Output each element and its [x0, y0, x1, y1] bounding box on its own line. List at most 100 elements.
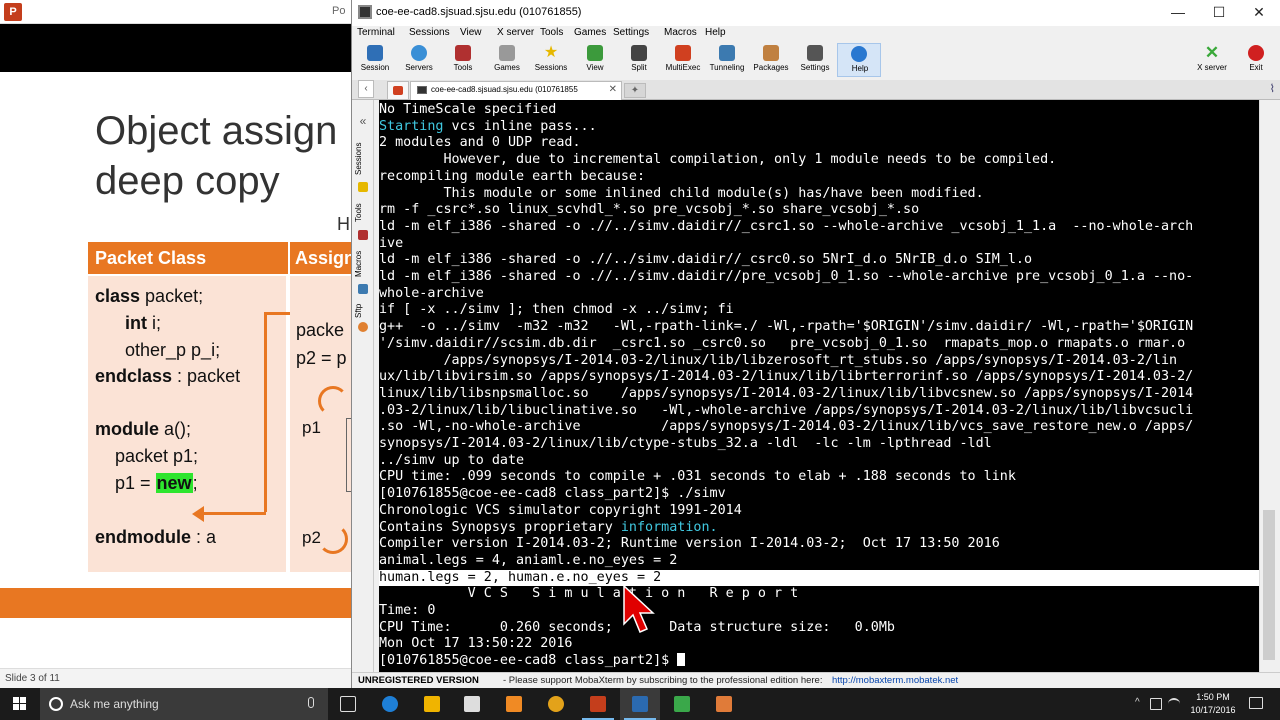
- powerpoint-logo-icon[interactable]: P: [4, 3, 22, 21]
- wifi-icon[interactable]: [1168, 698, 1180, 710]
- maximize-button[interactable]: ☐: [1199, 0, 1239, 24]
- terminal-line: Chronologic VCS simulator copyright 1991…: [379, 502, 742, 518]
- side-panel-strip: « Sessions Tools Macros Sftp: [352, 100, 374, 672]
- minimize-button[interactable]: —: [1158, 0, 1198, 24]
- terminal-line: recompiling module earth because:: [379, 168, 646, 184]
- taskbar-task-view[interactable]: [328, 688, 368, 720]
- settings-icon: [807, 45, 823, 61]
- unregistered-label: UNREGISTERED VERSION: [358, 675, 479, 686]
- menu-sessions[interactable]: Sessions: [409, 27, 450, 38]
- terminal-line: ../simv up to date: [379, 452, 525, 468]
- toolbar: Session Servers Tools Games ★ Sessions Vi…: [352, 42, 1280, 78]
- scroll-left-tab-button[interactable]: ‹: [358, 80, 374, 98]
- taskbar-file-explorer[interactable]: [412, 688, 452, 720]
- taskbar-orange-app[interactable]: [494, 688, 534, 720]
- menu-view[interactable]: View: [460, 27, 482, 38]
- tab-session-label: coe-ee-cad8.sjsuad.sjsu.edu (010761855: [431, 85, 578, 94]
- code-line: endclass : packet: [95, 366, 241, 386]
- multiexec-icon: [675, 45, 691, 61]
- terminal-line: ive: [379, 235, 404, 251]
- scrollbar-thumb[interactable]: [1263, 510, 1275, 660]
- terminal-line: animal.legs = 4, aniaml.e.no_eyes = 2: [379, 552, 678, 568]
- diagram-curve: [318, 386, 348, 416]
- code-line: other_p p_i;: [125, 340, 221, 360]
- terminal-line: rm -f _csrc*.so linux_scvhdl_*.so pre_vc…: [379, 202, 920, 218]
- terminal-line: /apps/synopsys/I-2014.03-2/linux/lib/lib…: [379, 352, 1178, 368]
- slide-subtitle: H: [337, 214, 350, 234]
- terminal-line: ld -m elf_i386 -shared -o .//../simv.dai…: [379, 269, 1194, 284]
- mobaxterm-titlebar[interactable]: coe-ee-cad8.sjsuad.sjsu.edu (010761855) …: [352, 0, 1280, 26]
- diagram-curve: [318, 524, 348, 554]
- mouse-pointer-icon: [623, 584, 655, 633]
- taskbar-store[interactable]: [452, 688, 492, 720]
- clock-date: 10/17/2016: [1190, 705, 1236, 715]
- menu-tools[interactable]: Tools: [540, 27, 563, 38]
- help-icon: [851, 46, 867, 62]
- menu-macros[interactable]: Macros: [664, 27, 697, 38]
- menu-games[interactable]: Games: [574, 27, 606, 38]
- attach-icon[interactable]: ⌇: [1270, 82, 1275, 95]
- taskbar-mobaxterm[interactable]: [620, 688, 660, 720]
- terminal-line: '/simv.daidir//scsim.db.dir _csrc1.so _c…: [379, 335, 1186, 351]
- terminal-scrollbar[interactable]: [1259, 100, 1277, 672]
- macros-icon: [358, 284, 368, 294]
- power-icon: [1248, 45, 1264, 61]
- terminal-line: [010761855@coe-ee-cad8 class_part2]$ ./s…: [379, 486, 726, 502]
- sidetab-macros[interactable]: Macros: [354, 246, 372, 282]
- terminal-line: No TimeScale specified: [379, 102, 557, 117]
- home-icon: [393, 86, 403, 95]
- arrow-segment: [202, 512, 266, 515]
- slide-footer-bar: [0, 588, 352, 618]
- sidetab-sessions[interactable]: Sessions: [354, 138, 372, 180]
- mobatek-link[interactable]: http://mobaxterm.mobatek.net: [832, 673, 958, 688]
- terminal-output[interactable]: No TimeScale specified Starting vcs inlin…: [379, 100, 1259, 672]
- action-center-icon[interactable]: [1249, 697, 1263, 709]
- terminal-line: However, due to incremental compilation,…: [379, 152, 1057, 168]
- taskbar-paint[interactable]: [704, 688, 744, 720]
- menu-terminal[interactable]: Terminal: [357, 27, 395, 38]
- toolbar-help-button[interactable]: Help: [837, 43, 881, 77]
- menu-help[interactable]: Help: [705, 27, 726, 38]
- new-tab-button[interactable]: ✦: [624, 83, 646, 98]
- windows-logo-icon: [13, 697, 27, 711]
- menu-settings[interactable]: Settings: [613, 27, 649, 38]
- table-header-row: Packet Class Assign: [88, 242, 352, 274]
- terminal-line: ld -m elf_i386 -shared -o .//../simv.dai…: [379, 252, 1033, 268]
- mobaxterm-statusbar: UNREGISTERED VERSION - Please support Mo…: [352, 672, 1280, 688]
- microphone-icon[interactable]: [308, 697, 314, 708]
- servers-icon: [411, 45, 427, 61]
- packages-icon: [763, 45, 779, 61]
- taskbar-edge[interactable]: [370, 688, 410, 720]
- taskbar-chrome[interactable]: [536, 688, 576, 720]
- tab-session[interactable]: coe-ee-cad8.sjsuad.sjsu.edu (010761855 ✕: [410, 81, 622, 100]
- start-button[interactable]: [0, 688, 40, 720]
- code-line: endmodule : a: [95, 527, 217, 547]
- task-view-icon: [340, 696, 356, 712]
- home-tab[interactable]: [387, 81, 409, 99]
- tunneling-icon: [719, 45, 735, 61]
- slide-canvas[interactable]: Object assign deep copy H Packet Class A…: [0, 72, 352, 668]
- battery-icon[interactable]: [1150, 698, 1162, 710]
- taskbar-green-x[interactable]: [662, 688, 702, 720]
- code-line: int i;: [125, 313, 162, 333]
- collapse-sidebar-icon[interactable]: «: [356, 114, 370, 128]
- menu-x-server[interactable]: X server: [497, 27, 534, 38]
- sidetab-tools[interactable]: Tools: [354, 198, 372, 228]
- mobaxterm-app-icon: [358, 5, 372, 19]
- sidetab-sftp[interactable]: Sftp: [354, 300, 372, 322]
- tab-close-icon[interactable]: ✕: [609, 84, 617, 95]
- taskbar-powerpoint[interactable]: [578, 688, 618, 720]
- arrowhead-icon: [192, 506, 204, 522]
- slide-title-line-1: Object assign: [95, 109, 338, 153]
- highlighted-word: Starting: [379, 118, 444, 134]
- toolbar-exit-button[interactable]: Exit: [1234, 43, 1278, 77]
- close-button[interactable]: ✕: [1239, 0, 1279, 24]
- star-icon: [358, 182, 368, 192]
- slide-title-line-2: deep copy: [95, 159, 280, 203]
- code-line: class packet;: [95, 286, 204, 306]
- session-icon: [367, 45, 383, 61]
- taskbar-clock[interactable]: 1:50 PM 10/17/2016: [1185, 691, 1241, 717]
- window-title: coe-ee-cad8.sjsuad.sjsu.edu (010761855): [376, 6, 582, 18]
- show-hidden-icons-icon[interactable]: ^: [1135, 697, 1140, 708]
- cortana-search-box[interactable]: Ask me anything: [40, 688, 328, 720]
